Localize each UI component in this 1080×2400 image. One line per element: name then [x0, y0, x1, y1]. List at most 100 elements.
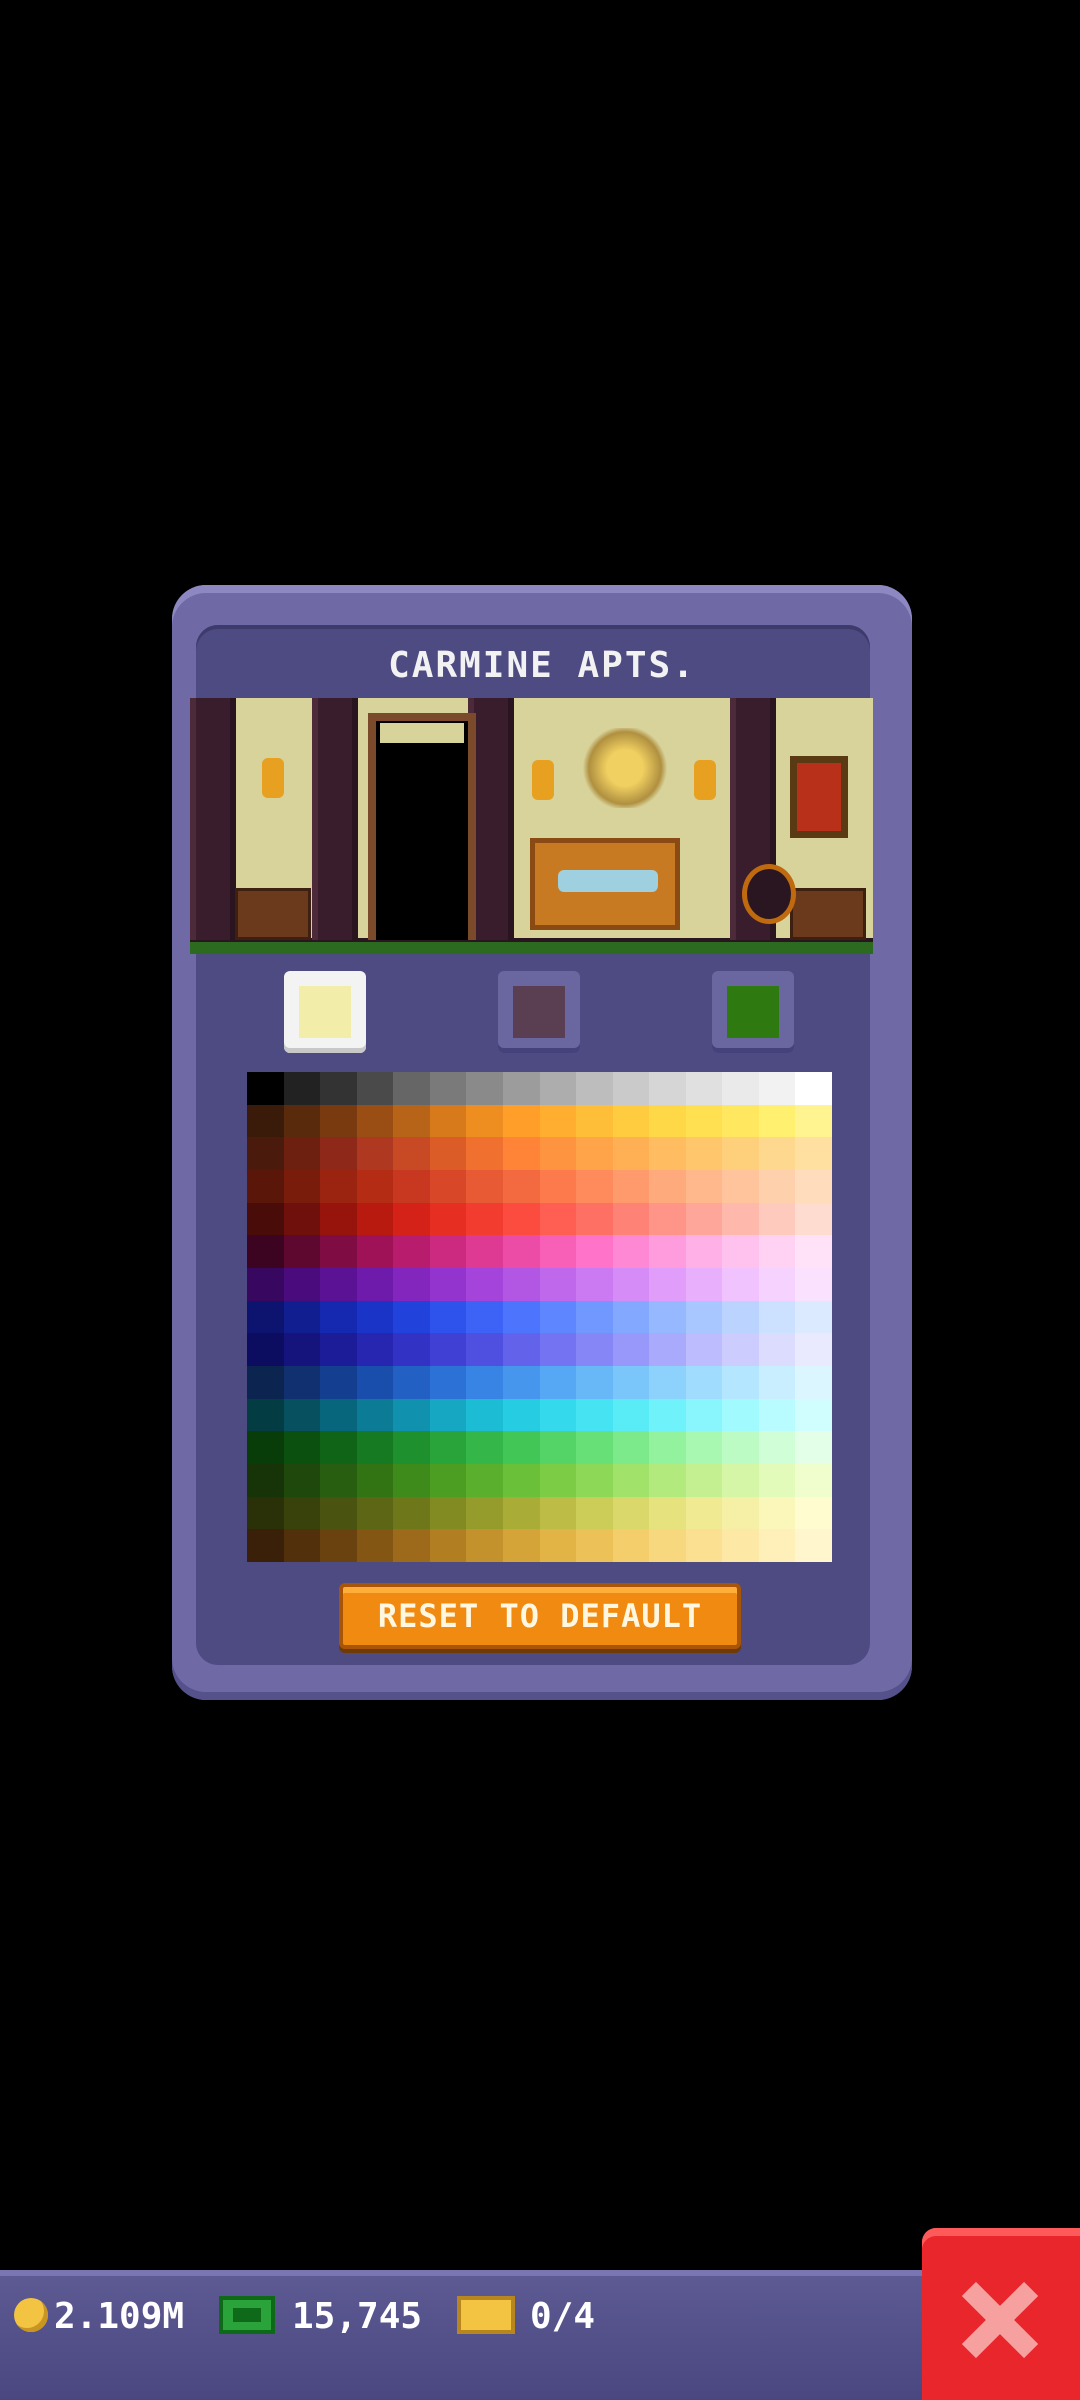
palette-color-cell[interactable] — [283, 1431, 321, 1464]
palette-color-cell[interactable] — [722, 1464, 759, 1497]
palette-color-cell[interactable] — [576, 1529, 613, 1562]
palette-color-cell[interactable] — [685, 1464, 723, 1497]
palette-color-cell[interactable] — [649, 1496, 686, 1530]
palette-color-cell[interactable] — [539, 1333, 577, 1366]
palette-color-cell[interactable] — [649, 1300, 686, 1334]
palette-color-cell[interactable] — [283, 1235, 321, 1268]
palette-color-cell[interactable] — [320, 1072, 357, 1105]
palette-color-cell[interactable] — [685, 1431, 723, 1464]
palette-color-cell[interactable] — [320, 1333, 357, 1366]
palette-color-cell[interactable] — [539, 1366, 577, 1399]
palette-color-cell[interactable] — [283, 1137, 321, 1170]
palette-color-cell[interactable] — [247, 1235, 284, 1268]
palette-color-cell[interactable] — [795, 1072, 832, 1105]
palette-color-cell[interactable] — [685, 1072, 723, 1105]
palette-color-cell[interactable] — [795, 1529, 832, 1562]
palette-color-cell[interactable] — [466, 1104, 503, 1138]
palette-color-cell[interactable] — [502, 1202, 540, 1236]
palette-color-cell[interactable] — [758, 1170, 796, 1203]
palette-color-cell[interactable] — [758, 1431, 796, 1464]
palette-color-cell[interactable] — [722, 1170, 759, 1203]
palette-color-cell[interactable] — [320, 1235, 357, 1268]
palette-color-cell[interactable] — [466, 1529, 503, 1562]
palette-color-cell[interactable] — [758, 1366, 796, 1399]
palette-color-cell[interactable] — [356, 1104, 394, 1138]
palette-color-cell[interactable] — [356, 1300, 394, 1334]
palette-color-cell[interactable] — [612, 1268, 650, 1301]
palette-color-cell[interactable] — [795, 1300, 832, 1334]
palette-color-cell[interactable] — [758, 1137, 796, 1170]
palette-color-cell[interactable] — [576, 1398, 613, 1432]
palette-color-cell[interactable] — [283, 1398, 321, 1432]
reset-to-default-button[interactable]: RESET TO DEFAULT — [339, 1583, 741, 1649]
palette-color-cell[interactable] — [247, 1072, 284, 1105]
palette-color-cell[interactable] — [356, 1137, 394, 1170]
palette-color-cell[interactable] — [320, 1300, 357, 1334]
palette-color-cell[interactable] — [393, 1137, 430, 1170]
palette-color-cell[interactable] — [722, 1333, 759, 1366]
palette-color-cell[interactable] — [356, 1431, 394, 1464]
palette-color-cell[interactable] — [612, 1496, 650, 1530]
palette-color-cell[interactable] — [722, 1496, 759, 1530]
palette-color-cell[interactable] — [502, 1333, 540, 1366]
palette-color-cell[interactable] — [247, 1529, 284, 1562]
palette-color-cell[interactable] — [429, 1137, 467, 1170]
color-slot-floor[interactable] — [712, 971, 794, 1053]
palette-color-cell[interactable] — [283, 1268, 321, 1301]
palette-color-cell[interactable] — [539, 1170, 577, 1203]
palette-color-cell[interactable] — [576, 1300, 613, 1334]
palette-color-cell[interactable] — [356, 1398, 394, 1432]
palette-color-cell[interactable] — [795, 1464, 832, 1497]
palette-color-cell[interactable] — [502, 1072, 540, 1105]
palette-color-cell[interactable] — [429, 1366, 467, 1399]
palette-color-cell[interactable] — [612, 1333, 650, 1366]
palette-color-cell[interactable] — [576, 1104, 613, 1138]
palette-color-cell[interactable] — [466, 1366, 503, 1399]
palette-color-cell[interactable] — [576, 1268, 613, 1301]
palette-color-cell[interactable] — [576, 1235, 613, 1268]
palette-color-cell[interactable] — [612, 1529, 650, 1562]
palette-color-cell[interactable] — [429, 1496, 467, 1530]
palette-color-cell[interactable] — [429, 1235, 467, 1268]
palette-color-cell[interactable] — [685, 1366, 723, 1399]
palette-color-cell[interactable] — [612, 1464, 650, 1497]
palette-color-cell[interactable] — [502, 1300, 540, 1334]
palette-color-cell[interactable] — [356, 1170, 394, 1203]
palette-color-cell[interactable] — [539, 1104, 577, 1138]
palette-color-cell[interactable] — [576, 1366, 613, 1399]
palette-color-cell[interactable] — [722, 1398, 759, 1432]
palette-color-cell[interactable] — [466, 1268, 503, 1301]
palette-color-cell[interactable] — [356, 1268, 394, 1301]
palette-color-cell[interactable] — [247, 1366, 284, 1399]
palette-color-cell[interactable] — [356, 1235, 394, 1268]
palette-color-cell[interactable] — [502, 1170, 540, 1203]
palette-color-cell[interactable] — [576, 1072, 613, 1105]
palette-color-cell[interactable] — [758, 1235, 796, 1268]
palette-color-cell[interactable] — [429, 1268, 467, 1301]
palette-color-cell[interactable] — [502, 1104, 540, 1138]
palette-color-cell[interactable] — [247, 1333, 284, 1366]
palette-color-cell[interactable] — [429, 1072, 467, 1105]
palette-color-cell[interactable] — [612, 1398, 650, 1432]
palette-color-cell[interactable] — [539, 1300, 577, 1334]
palette-color-cell[interactable] — [685, 1137, 723, 1170]
palette-color-cell[interactable] — [795, 1235, 832, 1268]
palette-color-cell[interactable] — [795, 1202, 832, 1236]
palette-color-cell[interactable] — [429, 1104, 467, 1138]
palette-color-cell[interactable] — [356, 1366, 394, 1399]
palette-color-cell[interactable] — [795, 1268, 832, 1301]
palette-color-cell[interactable] — [429, 1529, 467, 1562]
palette-color-cell[interactable] — [466, 1300, 503, 1334]
palette-color-cell[interactable] — [320, 1137, 357, 1170]
palette-color-cell[interactable] — [576, 1431, 613, 1464]
palette-color-cell[interactable] — [539, 1431, 577, 1464]
palette-color-cell[interactable] — [649, 1464, 686, 1497]
palette-color-cell[interactable] — [795, 1333, 832, 1366]
palette-color-cell[interactable] — [356, 1464, 394, 1497]
palette-color-cell[interactable] — [649, 1333, 686, 1366]
palette-color-cell[interactable] — [685, 1333, 723, 1366]
palette-color-cell[interactable] — [539, 1464, 577, 1497]
palette-color-cell[interactable] — [466, 1496, 503, 1530]
palette-color-cell[interactable] — [356, 1072, 394, 1105]
palette-color-cell[interactable] — [320, 1496, 357, 1530]
